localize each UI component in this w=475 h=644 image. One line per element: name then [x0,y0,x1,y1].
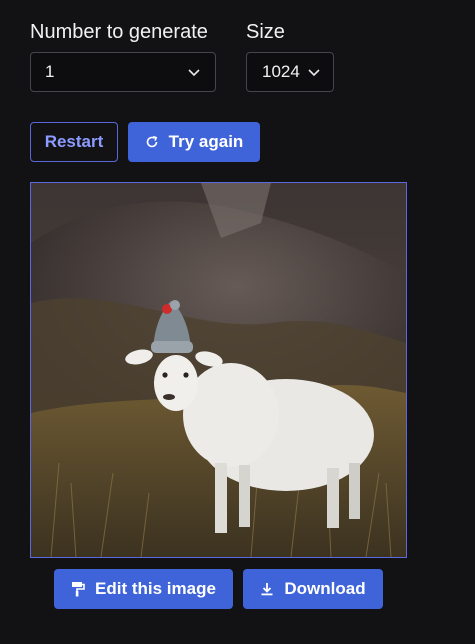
size-select[interactable]: 1024 [246,52,334,92]
sheep-with-hat-image [31,183,406,557]
paint-roller-icon [72,582,85,597]
refresh-icon [146,135,157,148]
download-icon [261,583,273,596]
try-again-button[interactable]: Try again [128,122,260,162]
edit-image-button-label: Edit this image [95,579,216,598]
download-button-label: Download [284,579,366,598]
chevron-down-icon [308,69,320,77]
generated-image [30,182,407,558]
number-to-generate-value: 1 [45,62,55,81]
number-to-generate-select[interactable]: 1 [30,52,216,92]
restart-button[interactable]: Restart [30,122,118,162]
restart-button-label: Restart [44,132,104,151]
edit-image-button[interactable]: Edit this image [54,569,233,609]
try-again-button-label: Try again [168,132,244,151]
size-label: Size [246,21,285,43]
number-to-generate-label: Number to generate [30,21,208,43]
download-button[interactable]: Download [243,569,383,609]
chevron-down-icon [188,69,200,77]
size-value: 1024 [262,62,300,81]
